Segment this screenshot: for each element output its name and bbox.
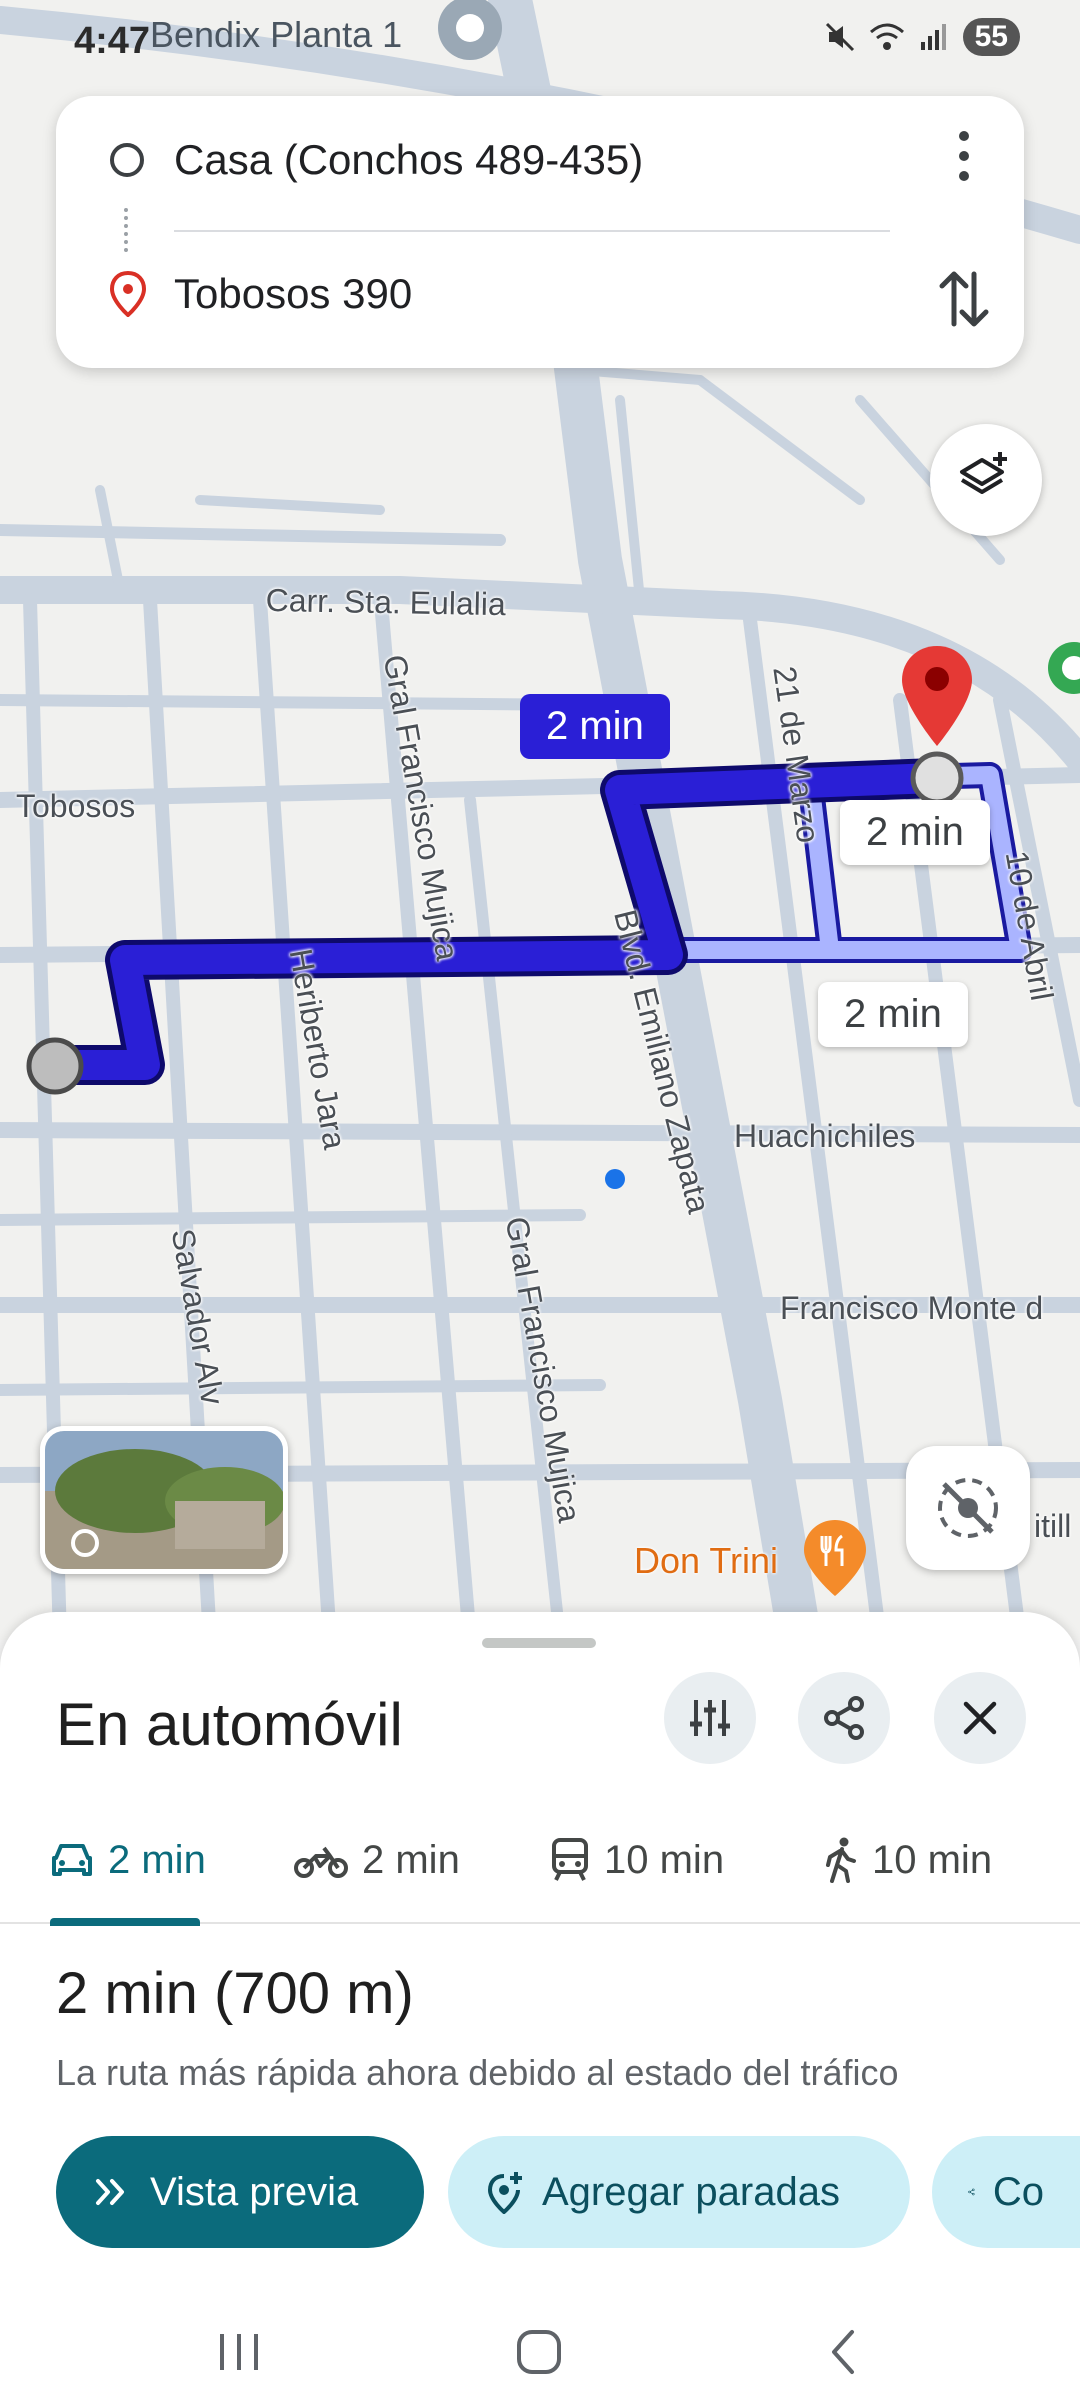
restaurant-pin-icon[interactable]	[804, 1520, 866, 1596]
origin-field[interactable]: Casa (Conchos 489-435)	[174, 136, 643, 184]
directions-bottom-sheet: En automóvil 2 min 2 min 10 min 10 min 2…	[0, 1612, 1080, 2400]
route-time-chip-alt-1[interactable]: 2 min	[840, 800, 990, 865]
tune-icon	[690, 1700, 730, 1736]
share-partial-label: Co	[992, 2169, 1044, 2214]
preview-button[interactable]: Vista previa	[56, 2136, 424, 2248]
street-view-preview-image	[45, 1431, 283, 1569]
street-label-tobosos: Tobosos	[16, 788, 136, 824]
route-time-chip-alt-2[interactable]: 2 min	[818, 982, 968, 1047]
route-card-divider	[174, 230, 890, 232]
destination-pin-icon	[109, 271, 147, 317]
tab-motorcycle[interactable]: 2 min	[294, 1796, 460, 1924]
recenter-button[interactable]	[906, 1446, 1030, 1570]
route-inputs-card: Casa (Conchos 489-435) Tobosos 390	[56, 96, 1024, 368]
street-label-carr-sta-eulalia: Carr. Sta. Eulalia	[265, 582, 507, 623]
poi-label-don-trini[interactable]: Don Trini	[634, 1540, 778, 1582]
status-indicators: 55	[825, 18, 1020, 56]
more-options-icon[interactable]	[944, 126, 984, 186]
back-icon[interactable]	[820, 2328, 870, 2376]
tab-driving-time: 2 min	[108, 1837, 206, 1882]
add-location-icon	[487, 2172, 522, 2214]
recent-apps-icon[interactable]	[214, 2328, 264, 2376]
active-tab-indicator	[50, 1918, 200, 1926]
tab-transit-time: 10 min	[604, 1837, 725, 1882]
wifi-icon	[869, 23, 904, 50]
motorcycle-icon	[294, 1846, 348, 1878]
close-icon	[963, 1701, 997, 1735]
origin-row[interactable]: Casa (Conchos 489-435)	[56, 110, 1024, 210]
street-label-francisco-monte: Francisco Monte d	[780, 1290, 1044, 1326]
layers-button[interactable]	[930, 424, 1042, 536]
share-partial-button[interactable]: Co	[932, 2136, 1080, 2248]
location-off-icon	[938, 1478, 998, 1538]
tab-walking-time: 10 min	[872, 1837, 993, 1882]
transit-icon	[552, 1838, 588, 1881]
swap-direction-icon[interactable]	[934, 264, 994, 334]
route-time-chip-primary[interactable]: 2 min	[520, 694, 670, 759]
tab-transit[interactable]: 10 min	[550, 1796, 724, 1924]
destination-field[interactable]: Tobosos 390	[174, 270, 412, 318]
add-stops-label: Agregar paradas	[542, 2169, 840, 2214]
route-summary: 2 min (700 m)	[56, 1961, 414, 2026]
travel-mode-title: En automóvil	[56, 1691, 403, 1758]
car-icon	[52, 1844, 92, 1876]
destination-row[interactable]: Tobosos 390	[56, 244, 1024, 344]
share-icon	[824, 1696, 864, 1740]
add-stops-button[interactable]: Agregar paradas	[448, 2136, 910, 2248]
layers-icon	[960, 452, 1007, 494]
route-summary-note: La ruta más rápida ahora debido al estad…	[56, 2052, 899, 2093]
origin-circle-icon	[110, 143, 144, 177]
street-view-thumbnail[interactable]	[40, 1426, 288, 1574]
close-directions-button[interactable]	[934, 1672, 1026, 1764]
street-label-edge-right: itill	[1034, 1508, 1072, 1544]
destination-pin-icon	[902, 646, 972, 746]
preview-button-label: Vista previa	[150, 2169, 359, 2214]
walk-icon	[826, 1837, 856, 1883]
system-navigation-bar	[0, 2328, 1080, 2400]
signal-icon	[920, 24, 946, 50]
sheet-drag-handle[interactable]	[482, 1638, 596, 1648]
share-route-button[interactable]	[798, 1672, 890, 1764]
street-label-huachichiles: Huachichiles	[734, 1118, 916, 1154]
map-overlay-place-label[interactable]: Bendix Planta 1	[150, 14, 402, 56]
share-icon	[968, 2188, 975, 2196]
status-time: 4:47	[74, 20, 151, 62]
mute-icon	[825, 22, 854, 52]
status-bar: 4:47 Bendix Planta 1 55	[0, 0, 1080, 80]
battery-level: 55	[962, 18, 1020, 56]
double-chevron-right-icon	[96, 2179, 124, 2205]
tab-motorcycle-time: 2 min	[362, 1837, 460, 1882]
tab-walking[interactable]: 10 min	[824, 1796, 992, 1924]
travel-mode-tabs: 2 min 2 min 10 min 10 min	[0, 1796, 1080, 1926]
tab-driving[interactable]: 2 min	[50, 1796, 206, 1926]
home-icon[interactable]	[514, 2328, 564, 2376]
route-options-button[interactable]	[664, 1672, 756, 1764]
